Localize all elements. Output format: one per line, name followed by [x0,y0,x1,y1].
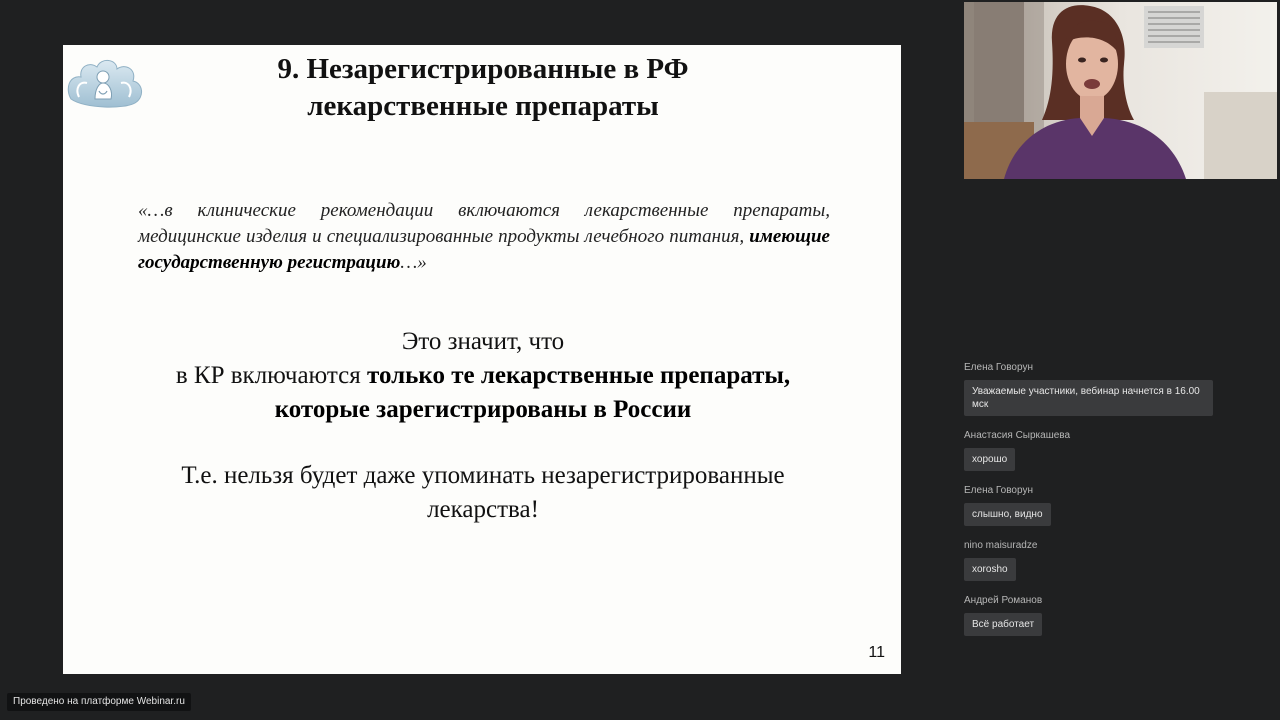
meaning-line2: в КР включаются только те лекарственные … [103,359,863,393]
chat-message-text: xorosho [964,558,1016,581]
meaning-line2-bold: только те лекарственные препараты, [367,362,791,389]
chat-message: Елена Говорун слышно, видно [964,485,1224,526]
slide-title-line2: лекарственные препараты [307,90,659,122]
chat-message: Елена Говорун Уважаемые участники, вебин… [964,362,1224,416]
organization-logo-icon [67,60,142,108]
platform-badge[interactable]: Проведено на платформе Webinar.ru [7,693,191,711]
presenter-video[interactable] [964,2,1277,179]
chat-panel: Елена Говорун Уважаемые участники, вебин… [964,362,1224,650]
note-line1: Т.е. нельзя будет даже упоминать незарег… [181,462,785,489]
chat-message-text: Всё работает [964,613,1043,636]
chat-message-text: слышно, видно [964,503,1051,526]
presentation-slide: 9. Незарегистрированные в РФ лекарственн… [63,45,901,674]
quote-text: «…в клинические рекомендации включаются … [138,200,830,247]
meaning-line2-plain: в КР включаются [175,362,367,389]
slide-quote: «…в клинические рекомендации включаются … [138,198,830,276]
chat-message-author: Елена Говорун [964,485,1033,496]
chat-message: Андрей Романов Всё работает [964,595,1224,636]
chat-message-text: хорошо [964,448,1016,471]
chat-message: nino maisuradze xorosho [964,540,1224,581]
slide-note: Т.е. нельзя будет даже упоминать незарег… [103,459,863,527]
chat-message-author: nino maisuradze [964,540,1038,551]
note-line2: лекарства! [427,496,539,523]
chat-message-author: Андрей Романов [964,595,1043,606]
presenter-video-frame [964,2,1277,179]
chat-message-author: Анастасия Сыркашева [964,430,1071,441]
meaning-line1: Это значит, что [401,328,565,355]
chat-message-text: Уважаемые участники, вебинар начнется в … [964,380,1213,416]
slide-title: 9. Незарегистрированные в РФ лекарственн… [163,51,803,125]
meaning-line3-bold: которые зарегистрированы в России [274,396,692,423]
slide-page-number: 11 [868,644,885,661]
slide-title-line1: 9. Незарегистрированные в РФ [277,53,689,85]
chat-message: Анастасия Сыркашева хорошо [964,430,1224,471]
slide-meaning: Это значит, что в КР включаются только т… [103,325,863,427]
quote-end: …» [400,252,427,273]
chat-message-author: Елена Говорун [964,362,1033,373]
